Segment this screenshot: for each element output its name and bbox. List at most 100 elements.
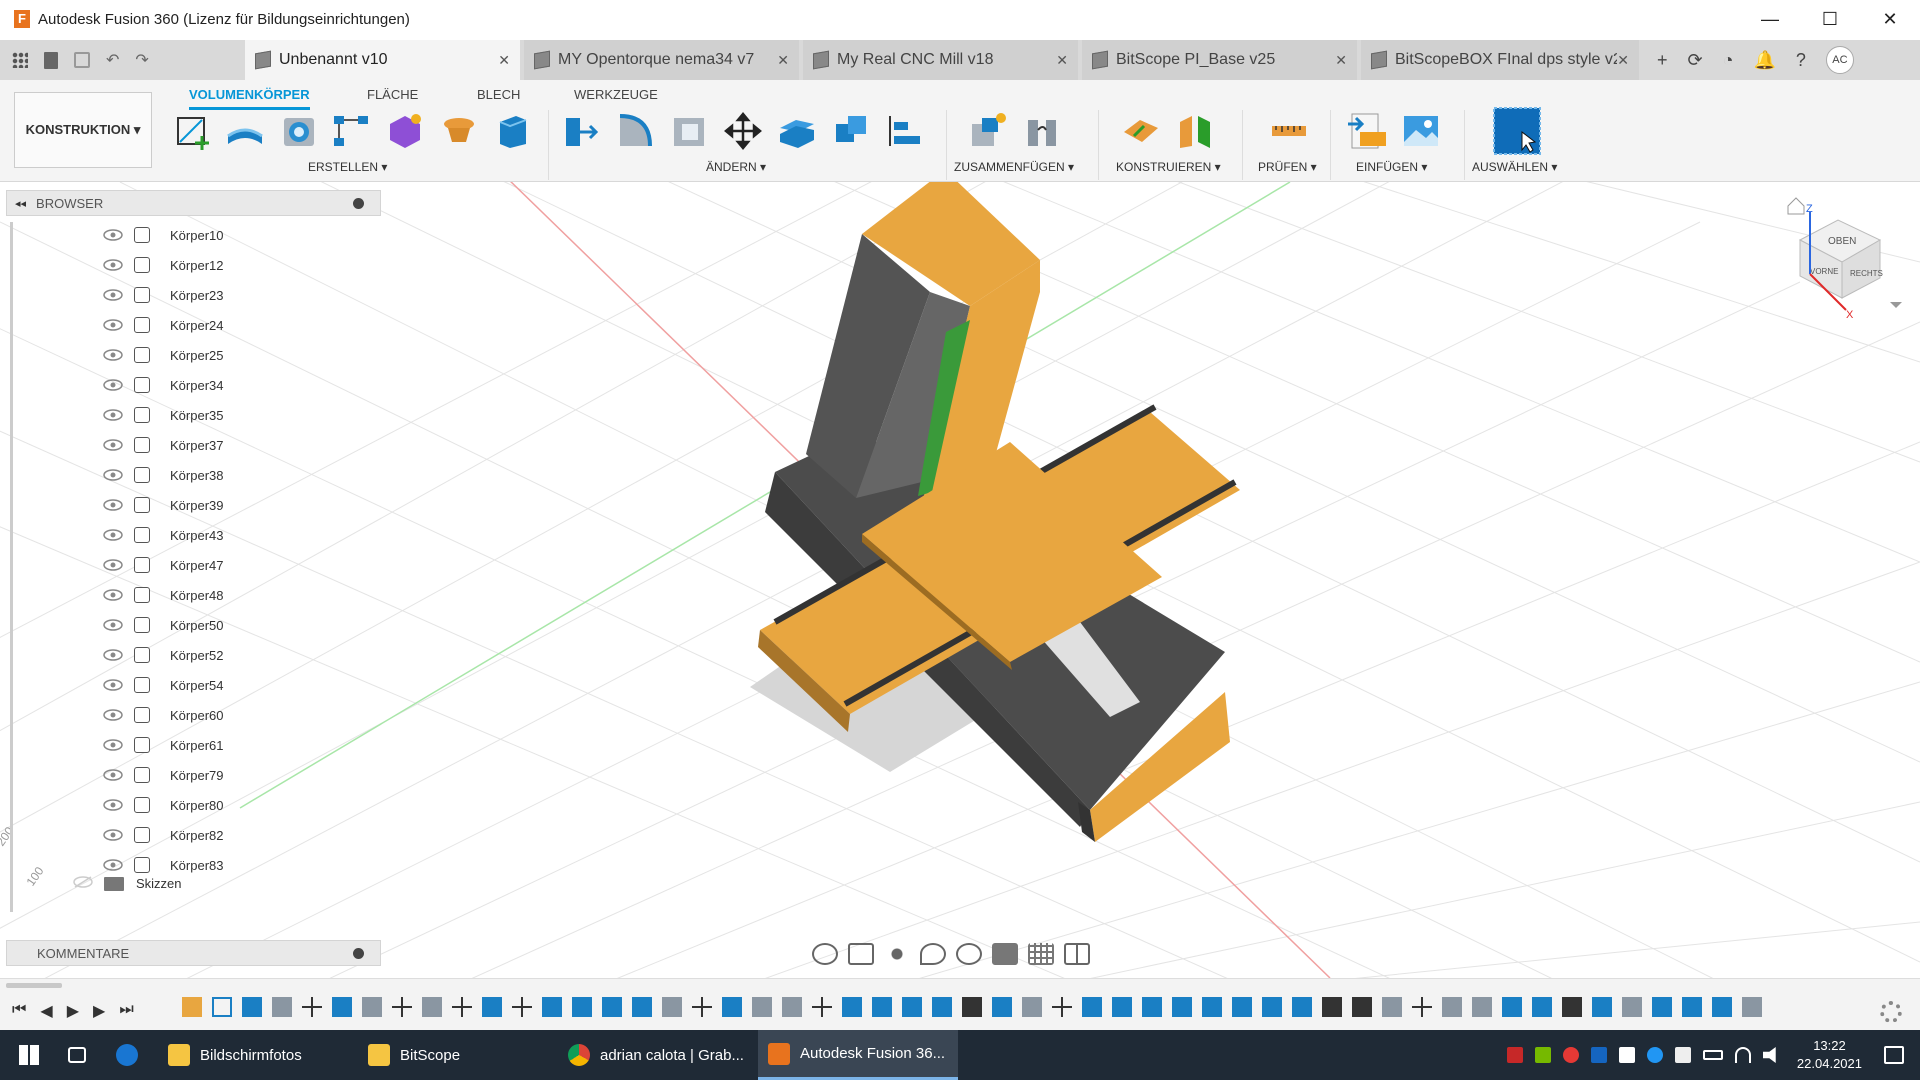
body-item[interactable]: Körper25	[96, 342, 246, 368]
body-item[interactable]: Körper79	[96, 762, 246, 788]
file-menu-icon[interactable]	[44, 51, 58, 69]
timeline-feature-icon[interactable]	[542, 997, 562, 1017]
visibility-eye-icon[interactable]	[102, 859, 124, 871]
visibility-eye-icon[interactable]	[102, 529, 124, 541]
workspace-selector[interactable]: KONSTRUKTION ▾	[14, 92, 152, 168]
group-label-auswaehlen[interactable]: AUSWÄHLEN ▾	[1472, 160, 1557, 174]
viewports-icon[interactable]	[1064, 943, 1090, 965]
visibility-eye-icon[interactable]	[102, 349, 124, 361]
timeline-feature-icon[interactable]	[1382, 997, 1402, 1017]
timeline-feature-icon[interactable]	[1682, 997, 1702, 1017]
viewcube-menu-icon[interactable]	[1890, 302, 1902, 308]
volume-tray-icon[interactable]	[1762, 1047, 1776, 1063]
undo-icon[interactable]: ↶	[106, 50, 119, 70]
collapse-browser-icon[interactable]: ◂◂	[15, 197, 26, 210]
timeline-feature-icon[interactable]	[242, 997, 262, 1017]
help-icon[interactable]: ?	[1796, 50, 1806, 71]
go-to-start-icon[interactable]: ⏮	[12, 1001, 26, 1021]
body-item[interactable]: Körper10	[96, 222, 246, 248]
timeline-feature-icon[interactable]	[452, 997, 472, 1017]
add-comment-icon[interactable]	[353, 947, 364, 959]
taskbar-item-bildschirmfotos[interactable]: Bildschirmfotos	[158, 1030, 358, 1080]
step-back-icon[interactable]: ◀	[40, 1001, 52, 1021]
body-item[interactable]: Körper34	[96, 372, 246, 398]
timeline-feature-icon[interactable]	[182, 997, 202, 1017]
minimize-button[interactable]: —	[1740, 0, 1800, 38]
nvidia-tray-icon[interactable]	[1534, 1047, 1551, 1063]
tab-bitscope-base[interactable]: BitScope PI_Base v25 ✕	[1082, 40, 1357, 80]
taskbar-item-fusion360[interactable]: Autodesk Fusion 36...	[758, 1030, 958, 1080]
browser-options-icon[interactable]	[353, 197, 364, 209]
redo-icon[interactable]: ↷	[135, 50, 148, 70]
body-item[interactable]: Körper37	[96, 432, 246, 458]
visibility-eye-icon[interactable]	[102, 619, 124, 631]
extrude-icon[interactable]	[224, 110, 266, 152]
combine-icon[interactable]	[830, 110, 872, 152]
timeline-feature-icon[interactable]	[1502, 997, 1522, 1017]
timeline-feature-icon[interactable]	[1022, 997, 1042, 1017]
visibility-eye-icon[interactable]	[102, 469, 124, 481]
timeline-feature-icon[interactable]	[992, 997, 1012, 1017]
browser-header[interactable]: ◂◂ BROWSER	[6, 190, 381, 216]
body-item[interactable]: Körper48	[96, 582, 246, 608]
timeline-scroll[interactable]	[6, 983, 62, 988]
group-label-zusammenfuegen[interactable]: ZUSAMMENFÜGEN ▾	[954, 160, 1074, 174]
align-icon[interactable]	[884, 110, 926, 152]
visibility-eye-icon[interactable]	[102, 259, 124, 271]
data-panel-grid-icon[interactable]	[12, 52, 28, 68]
insert-svg-icon[interactable]	[1346, 110, 1388, 152]
body-item[interactable]: Körper39	[96, 492, 246, 518]
body-item[interactable]: Körper47	[96, 552, 246, 578]
go-to-end-icon[interactable]: ⏭	[119, 1001, 133, 1021]
body-item[interactable]: Körper24	[96, 312, 246, 338]
timeline-feature-icon[interactable]	[1262, 997, 1282, 1017]
move-copy-icon[interactable]	[722, 110, 764, 152]
tab-cnc-mill[interactable]: My Real CNC Mill v18 ✕	[803, 40, 1078, 80]
timeline-feature-icon[interactable]	[692, 997, 712, 1017]
play-icon[interactable]: ▶	[67, 1001, 79, 1021]
plane-at-angle-icon[interactable]	[1174, 110, 1216, 152]
timeline-feature-icon[interactable]	[362, 997, 382, 1017]
step-forward-icon[interactable]: ▶	[93, 1001, 105, 1021]
close-tab-icon[interactable]: ✕	[1335, 52, 1347, 69]
notifications-icon[interactable]: 🔔	[1753, 50, 1775, 71]
measure-icon[interactable]	[1268, 110, 1310, 152]
body-item[interactable]: Körper54	[96, 672, 246, 698]
indesign-tray-icon[interactable]	[1506, 1047, 1523, 1063]
sketches-folder[interactable]: Skizzen	[72, 876, 182, 891]
viewcube-right-label[interactable]: RECHTS	[1850, 269, 1883, 278]
taskbar-item-chrome[interactable]: adrian calota | Grab...	[558, 1030, 758, 1080]
taskbar-item-bitscope[interactable]: BitScope	[358, 1030, 558, 1080]
pan-icon[interactable]	[884, 943, 910, 965]
fit-icon[interactable]	[956, 943, 982, 965]
body-item[interactable]: Körper52	[96, 642, 246, 668]
timeline-feature-icon[interactable]	[1052, 997, 1072, 1017]
body-item[interactable]: Körper35	[96, 402, 246, 428]
outlook-app[interactable]	[106, 1030, 158, 1080]
body-item[interactable]: Körper82	[96, 822, 246, 848]
timeline-feature-icon[interactable]	[212, 997, 232, 1017]
viewcube-front-label[interactable]: VORNE	[1810, 267, 1838, 276]
timeline-feature-icon[interactable]	[1592, 997, 1612, 1017]
orbit-icon[interactable]	[812, 943, 838, 965]
mcafee-tray-icon[interactable]	[1562, 1047, 1579, 1063]
body-item[interactable]: Körper80	[96, 792, 246, 818]
timeline-feature-icon[interactable]	[332, 997, 352, 1017]
sync-icon[interactable]: ⟳	[1688, 50, 1703, 71]
start-button[interactable]	[0, 1045, 58, 1065]
close-tab-icon[interactable]: ✕	[498, 52, 510, 69]
timeline-feature-icon[interactable]	[662, 997, 682, 1017]
timeline-feature-icon[interactable]	[272, 997, 292, 1017]
battery-tray-icon[interactable]	[1702, 1050, 1723, 1060]
timeline-feature-icon[interactable]	[1652, 997, 1672, 1017]
shell-icon[interactable]	[668, 110, 710, 152]
visibility-eye-icon[interactable]	[102, 499, 124, 511]
user-avatar[interactable]: AC	[1825, 46, 1854, 74]
security-tray-icon[interactable]	[1618, 1047, 1635, 1063]
visibility-eye-icon[interactable]	[102, 829, 124, 841]
tab-volumenkoerper[interactable]: VOLUMENKÖRPER	[189, 84, 310, 110]
timeline-feature-icon[interactable]	[1172, 997, 1192, 1017]
new-component-icon[interactable]	[968, 110, 1010, 152]
group-label-konstruieren[interactable]: KONSTRUIEREN ▾	[1116, 160, 1221, 174]
home-view-icon[interactable]	[1787, 197, 1805, 215]
